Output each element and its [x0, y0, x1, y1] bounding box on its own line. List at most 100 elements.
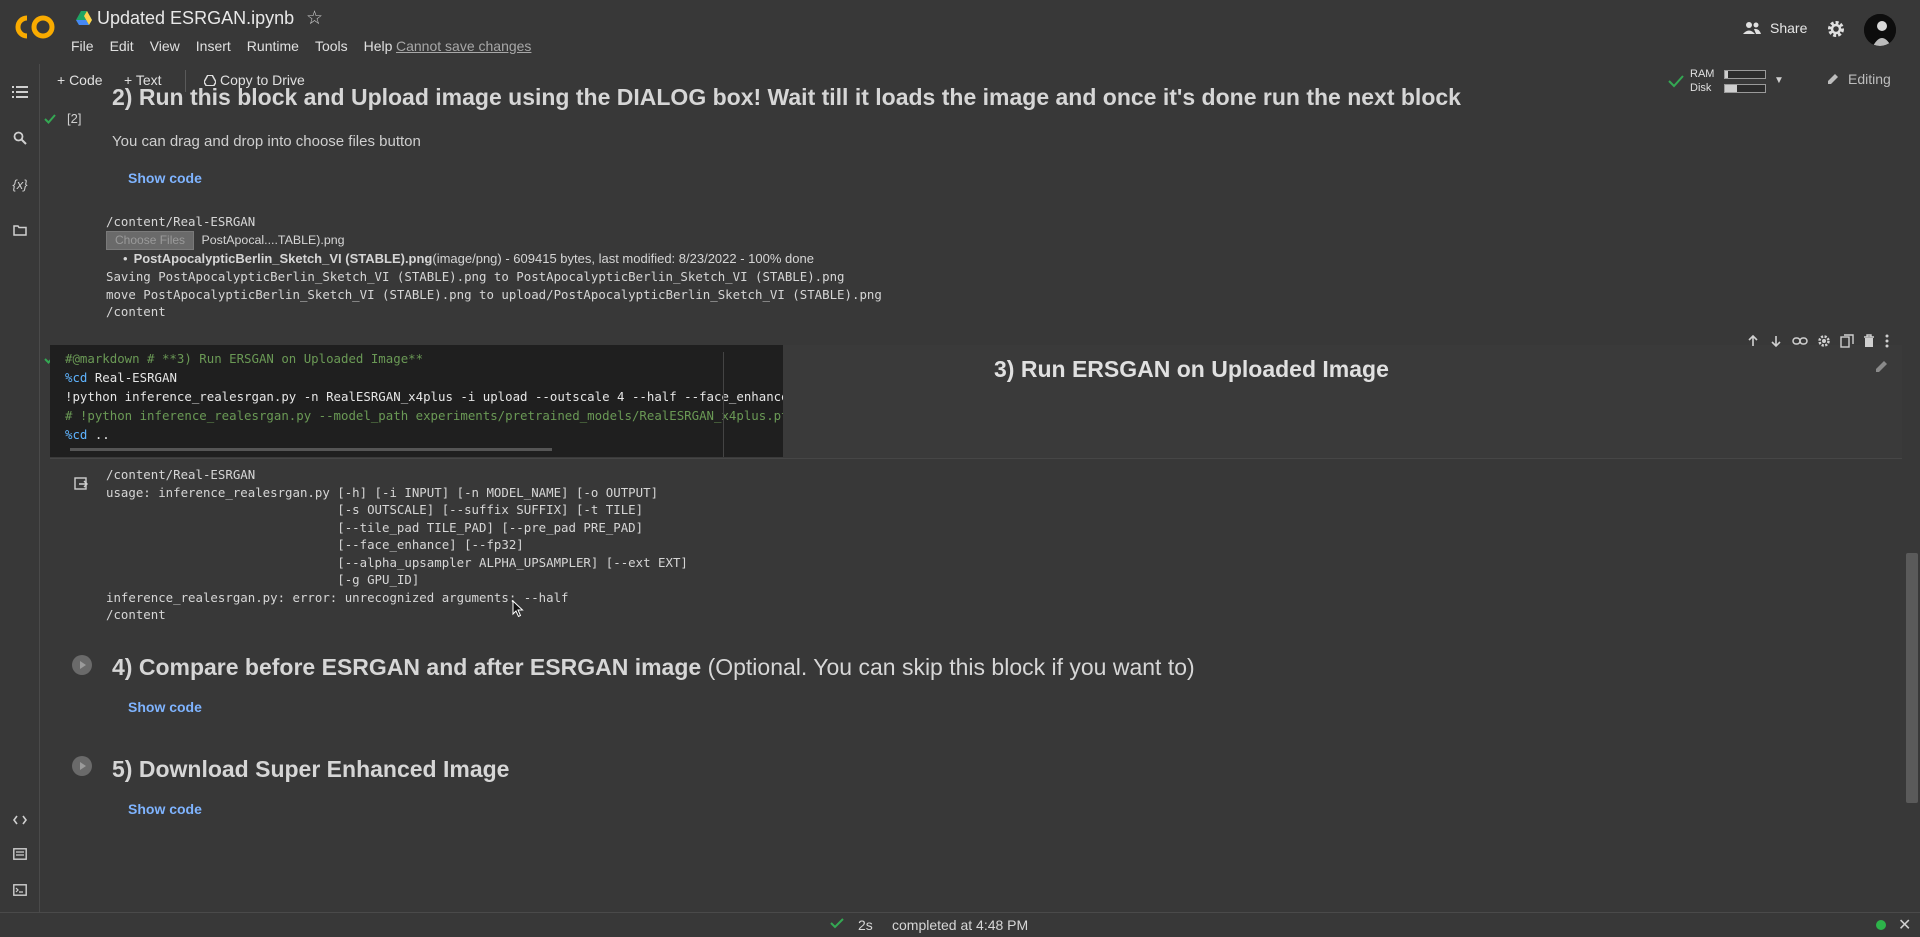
menu-bar: File Edit View Insert Runtime Tools Help [71, 38, 408, 54]
status-bar: 2s completed at 4:48 PM ✕ [0, 912, 1920, 937]
show-code-link[interactable]: Show code [128, 801, 202, 817]
cell-settings-icon[interactable] [1817, 334, 1831, 348]
menu-insert[interactable]: Insert [196, 38, 239, 54]
code-lines: #@markdown # **3) Run ERSGAN on Uploaded… [65, 349, 783, 444]
compare-heading-note: (Optional. You can skip this block if yo… [701, 654, 1195, 680]
cannot-save-link[interactable]: Cannot save changes [396, 38, 531, 54]
ram-bar-fill [1725, 71, 1729, 78]
editing-label: Editing [1848, 71, 1891, 87]
output-line: [--alpha_upsampler ALPHA_UPSAMPLER] [--e… [106, 554, 688, 570]
disk-bar [1724, 84, 1766, 93]
mouse-cursor-icon [512, 600, 524, 618]
upload-status-item: • PostApocalypticBerlin_Sketch_VI (STABLE… [123, 251, 814, 266]
output-line: move PostApocalypticBerlin_Sketch_VI (ST… [106, 287, 882, 302]
output-line: /content/Real-ESRGAN [106, 467, 256, 482]
caret-down-icon[interactable]: ▼ [1774, 75, 1784, 86]
uploaded-file-meta: (image/png) - 609415 bytes, last modifie… [432, 251, 814, 266]
code-magic: %cd [65, 370, 88, 385]
mirror-cell-icon[interactable] [1840, 334, 1854, 348]
cell-toolbar [1746, 334, 1890, 348]
form-preview-title: 3) Run ERSGAN on Uploaded Image [994, 356, 1389, 382]
add-code-button[interactable]: + Code [57, 72, 103, 88]
command-palette-icon[interactable] [10, 844, 30, 864]
run-cell-button[interactable] [72, 655, 92, 675]
pencil-icon [1828, 74, 1838, 84]
settings-gear-icon[interactable] [1826, 19, 1846, 39]
people-icon [1743, 22, 1761, 34]
share-label: Share [1770, 20, 1808, 36]
chosen-filename: PostApocal....TABLE).png [201, 233, 345, 247]
output-line: /content [106, 607, 166, 622]
upload-cell-text: You can drag and drop into choose files … [112, 133, 421, 150]
disk-bar-fill [1725, 85, 1737, 92]
execution-duration: 2s [858, 917, 873, 933]
cell-success-check-icon [44, 114, 56, 124]
compare-heading-bold: 4) Compare before ESRGAN and after ESRGA… [112, 654, 702, 680]
search-icon[interactable] [10, 128, 30, 148]
menu-view[interactable]: View [150, 38, 188, 54]
code-snippets-icon[interactable] [10, 810, 30, 830]
more-options-icon[interactable] [1884, 334, 1890, 348]
edit-form-pencil-icon[interactable] [1874, 358, 1890, 374]
link-icon[interactable] [1792, 334, 1808, 348]
vertical-scrollbar[interactable] [1906, 553, 1918, 803]
compare-cell-heading: 4) Compare before ESRGAN and after ESRGA… [112, 654, 1195, 681]
output-line: [--face_enhance] [--fp32] [106, 537, 524, 552]
colab-logo[interactable] [14, 12, 56, 42]
output-line: [--tile_pad TILE_PAD] [--pre_pad PRE_PAD… [106, 519, 644, 535]
code-line: Real-ESRGAN [87, 370, 177, 385]
disk-label: Disk [1690, 82, 1712, 94]
choose-files-button[interactable]: Choose Files [106, 231, 195, 250]
code-magic: %cd [65, 427, 88, 442]
run-cell-button[interactable] [72, 756, 92, 776]
output-line: inference_realesrgan.py: error: unrecogn… [106, 589, 569, 605]
move-up-icon[interactable] [1746, 334, 1760, 348]
status-check-icon [830, 918, 844, 929]
editor-horizontal-scrollbar[interactable] [70, 448, 552, 451]
output-line: [-s OUTSCALE] [--suffix SUFFIX] [-t TILE… [106, 502, 644, 517]
file-upload-row: Choose Files PostApocal....TABLE).png [106, 231, 345, 250]
output-line: /content [106, 304, 166, 319]
notebook-content: [2] 2) Run this block and Upload image u… [40, 84, 1902, 912]
notebook-title[interactable]: Updated ESRGAN.ipynb [97, 8, 294, 29]
delete-icon[interactable] [1863, 334, 1875, 348]
folder-icon[interactable] [10, 220, 30, 240]
execution-count: [2] [67, 111, 82, 126]
ram-label: RAM [1690, 68, 1715, 80]
table-of-contents-icon[interactable] [10, 82, 30, 102]
ram-bar [1724, 70, 1766, 79]
menu-help[interactable]: Help [364, 38, 401, 54]
user-avatar[interactable] [1864, 14, 1896, 46]
menu-tools[interactable]: Tools [315, 38, 356, 54]
move-down-icon[interactable] [1769, 334, 1783, 348]
star-icon[interactable]: ☆ [306, 7, 323, 30]
resource-monitor[interactable]: RAM Disk ▼ [1668, 66, 1788, 96]
menu-runtime[interactable]: Runtime [247, 38, 307, 54]
menu-edit[interactable]: Edit [110, 38, 142, 54]
connected-check-icon [1668, 75, 1684, 88]
menu-file[interactable]: File [71, 38, 102, 54]
output-line: usage: inference_realesrgan.py [-h] [-i … [106, 484, 659, 500]
code-line: #@markdown # **3) Run ERSGAN on Uploaded… [65, 351, 424, 366]
close-icon[interactable]: ✕ [1898, 915, 1911, 935]
upload-cell-heading: 2) Run this block and Upload image using… [112, 84, 1461, 110]
output-line: Saving PostApocalypticBerlin_Sketch_VI (… [106, 269, 845, 284]
code-line: # !python inference_realesrgan.py --mode… [65, 408, 783, 423]
show-code-link[interactable]: Show code [128, 170, 202, 186]
editor-ruler [723, 352, 724, 457]
output-line: [-g GPU_ID] [106, 572, 420, 587]
show-code-link[interactable]: Show code [128, 699, 202, 715]
connection-status-dot [1876, 920, 1886, 930]
share-button[interactable]: Share [1742, 20, 1807, 36]
editing-mode-button[interactable]: Editing [1826, 71, 1891, 87]
terminal-icon[interactable] [10, 880, 30, 900]
variables-icon[interactable]: {x} [10, 174, 30, 194]
left-sidebar: {x} [0, 64, 40, 912]
completion-status: completed at 4:48 PM [892, 917, 1029, 933]
uploaded-file-name: PostApocalypticBerlin_Sketch_VI (STABLE)… [133, 251, 433, 266]
code-editor[interactable]: #@markdown # **3) Run ERSGAN on Uploaded… [50, 345, 783, 457]
output-options-icon[interactable] [74, 477, 88, 491]
app-header: Updated ESRGAN.ipynb ☆ File Edit View In… [0, 0, 1920, 64]
download-cell-heading: 5) Download Super Enhanced Image [112, 756, 510, 782]
code-line: .. [87, 427, 110, 442]
